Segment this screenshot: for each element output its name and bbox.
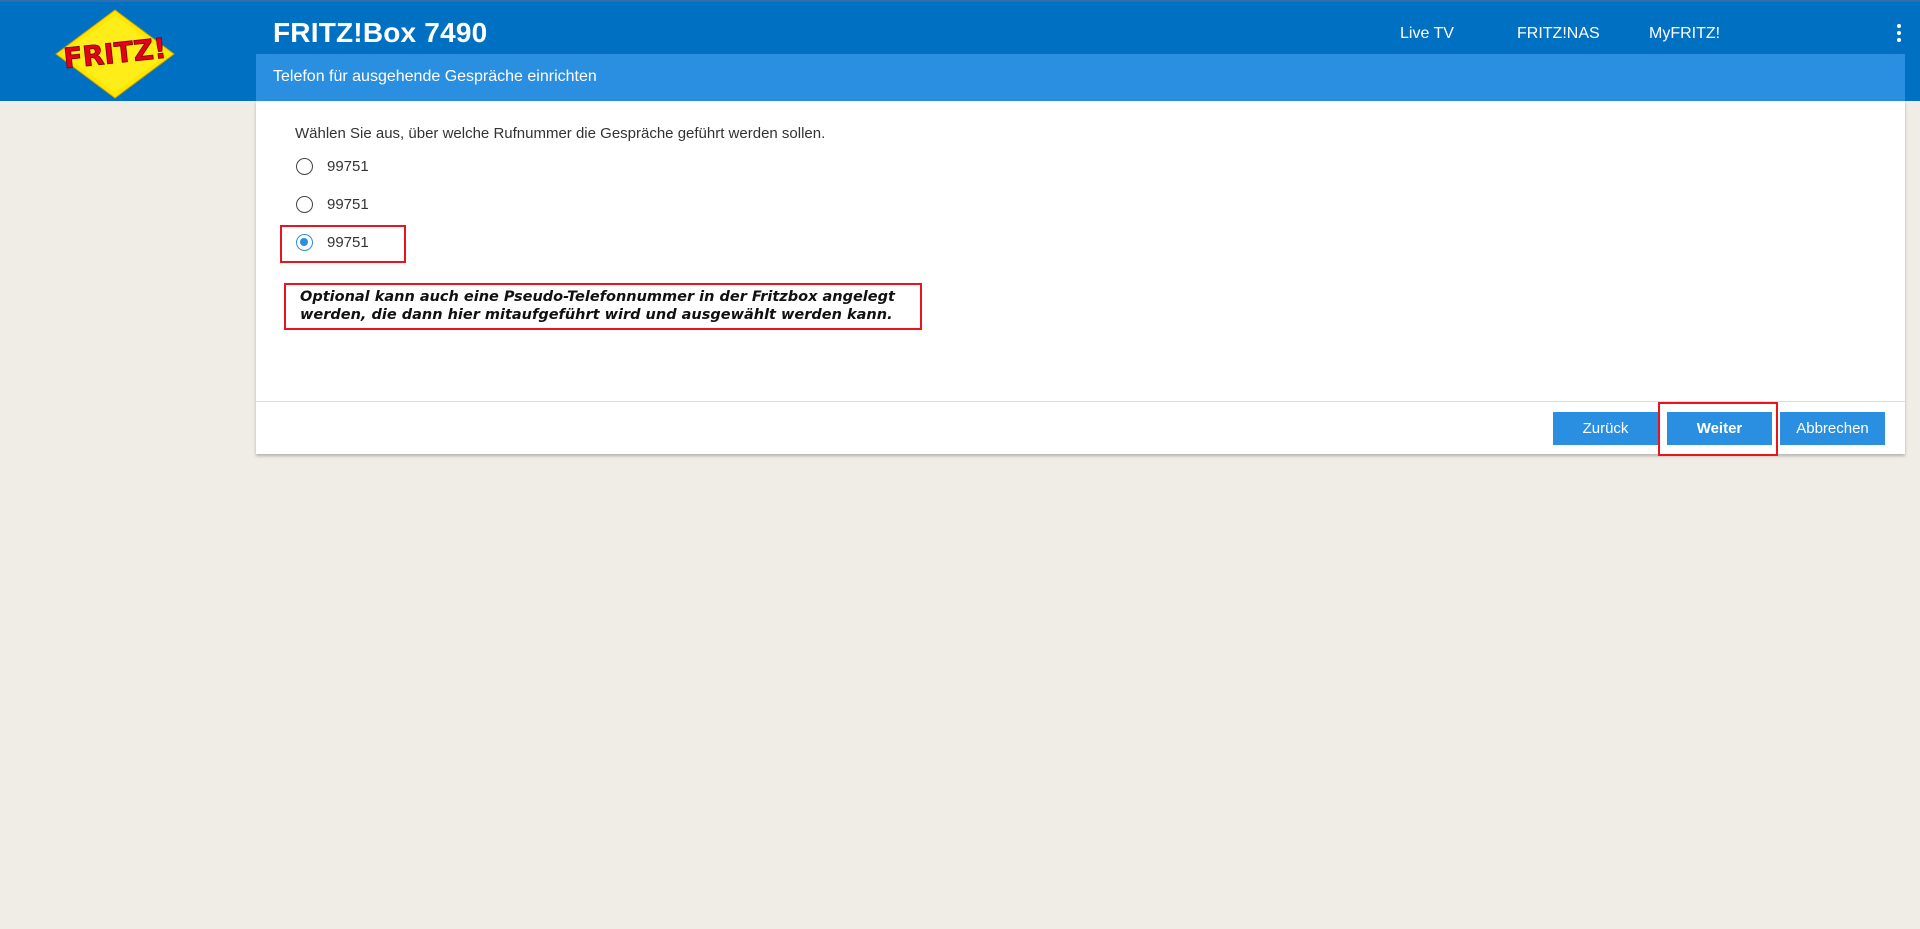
kebab-dot bbox=[1897, 24, 1901, 28]
back-button[interactable]: Zurück bbox=[1553, 412, 1658, 445]
annotation-note: Optional kann auch eine Pseudo-Telefonnu… bbox=[284, 283, 922, 330]
cancel-button[interactable]: Abbrechen bbox=[1780, 412, 1885, 445]
instruction-text: Wählen Sie aus, über welche Rufnummer di… bbox=[295, 125, 826, 142]
kebab-dot bbox=[1897, 31, 1901, 35]
annotation-note-line-1: Optional kann auch eine Pseudo-Telefonnu… bbox=[300, 289, 895, 305]
radio-button[interactable] bbox=[296, 195, 313, 213]
kebab-dot bbox=[1897, 38, 1901, 42]
nav-fritz-nas[interactable]: FRITZ!NAS bbox=[1517, 25, 1600, 43]
annotation-highlight-selected-option bbox=[280, 225, 406, 263]
number-option-1[interactable]: 99751 bbox=[296, 155, 369, 177]
annotation-highlight-next-button bbox=[1658, 402, 1778, 456]
wizard-title: Telefon für ausgehende Gespräche einrich… bbox=[273, 68, 597, 85]
number-option-label: 99751 bbox=[327, 195, 369, 213]
kebab-menu-icon[interactable] bbox=[1894, 24, 1904, 44]
wizard-title-bar: Telefon für ausgehende Gespräche einrich… bbox=[256, 54, 1905, 101]
wizard-panel: Wählen Sie aus, über welche Rufnummer di… bbox=[256, 101, 1905, 456]
product-title: FRITZ!Box 7490 bbox=[273, 17, 488, 48]
fritz-logo[interactable]: FRITZ! bbox=[52, 8, 178, 100]
number-option-2[interactable]: 99751 bbox=[296, 193, 369, 215]
nav-myfritz[interactable]: MyFRITZ! bbox=[1649, 25, 1720, 43]
radio-button[interactable] bbox=[296, 157, 313, 175]
nav-live-tv[interactable]: Live TV bbox=[1400, 25, 1454, 43]
number-option-label: 99751 bbox=[327, 157, 369, 175]
annotation-note-line-2: werden, die dann hier mitaufgeführt wird… bbox=[300, 307, 893, 323]
